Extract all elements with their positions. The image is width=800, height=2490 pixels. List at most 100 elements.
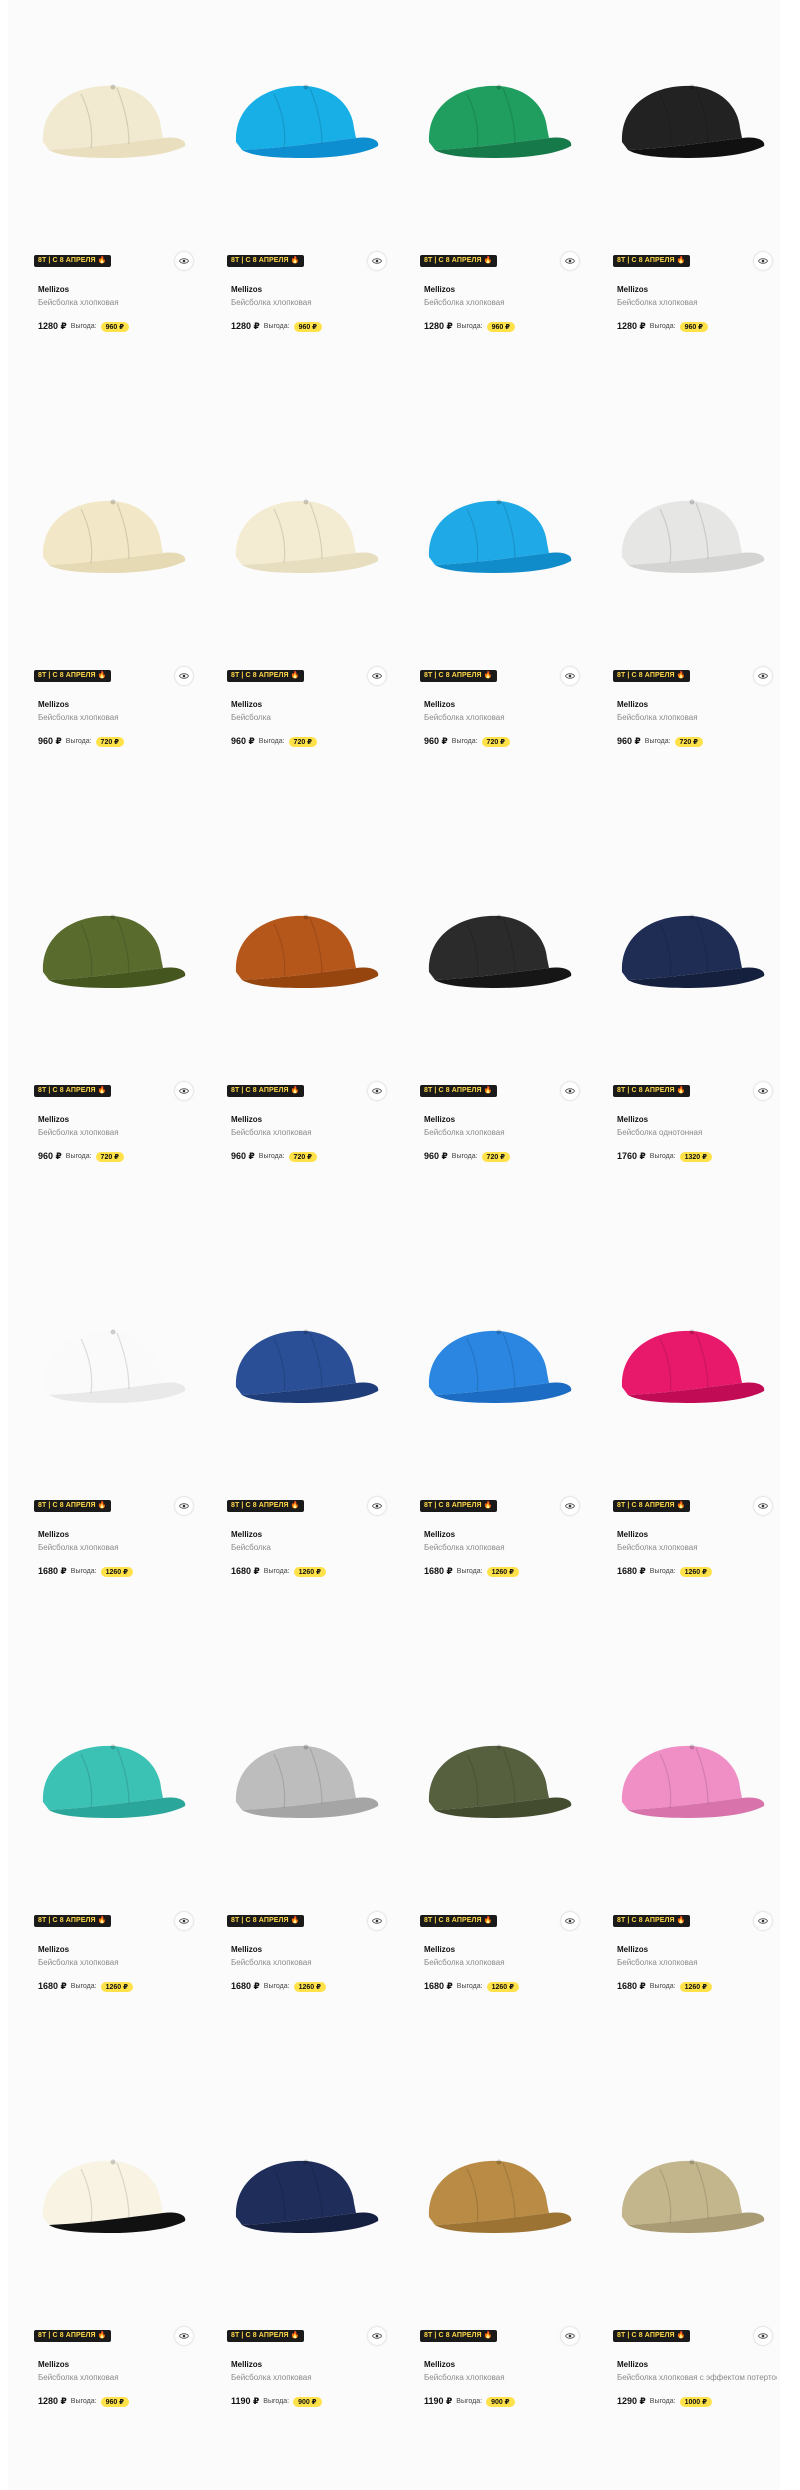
product-brand[interactable]: Mellizos xyxy=(231,2360,262,2369)
product-image[interactable] xyxy=(587,1245,780,1493)
product-brand[interactable]: Mellizos xyxy=(617,2360,648,2369)
product-card[interactable]: 8Т | С 8 АПРЕЛЯ 🔥 Mellizos Бейсболка 960… xyxy=(201,415,394,830)
product-title[interactable]: Бейсболка хлопковая xyxy=(424,298,584,307)
product-image[interactable] xyxy=(394,1245,587,1493)
quick-view-button[interactable] xyxy=(561,1497,579,1515)
quick-view-button[interactable] xyxy=(368,1912,386,1930)
product-card[interactable]: 8Т | С 8 АПРЕЛЯ 🔥 Mellizos Бейсболка одн… xyxy=(587,830,780,1245)
product-title[interactable]: Бейсболка хлопковая xyxy=(617,1958,777,1967)
product-title[interactable]: Бейсболка хлопковая с эффектом потертост… xyxy=(617,2373,777,2382)
product-brand[interactable]: Mellizos xyxy=(617,1945,648,1954)
product-brand[interactable]: Mellizos xyxy=(231,700,262,709)
product-card[interactable]: 8Т | С 8 АПРЕЛЯ 🔥 Mellizos Бейсболка хло… xyxy=(587,0,780,415)
quick-view-button[interactable] xyxy=(754,252,772,270)
product-title[interactable]: Бейсболка хлопковая xyxy=(424,713,584,722)
product-image[interactable] xyxy=(201,1660,394,1908)
quick-view-button[interactable] xyxy=(754,667,772,685)
product-brand[interactable]: Mellizos xyxy=(424,285,455,294)
product-brand[interactable]: Mellizos xyxy=(617,700,648,709)
product-card[interactable]: 8Т | С 8 АПРЕЛЯ 🔥 Mellizos Бейсболка хло… xyxy=(8,2075,201,2490)
product-image[interactable] xyxy=(201,0,394,248)
product-brand[interactable]: Mellizos xyxy=(231,1945,262,1954)
product-image[interactable] xyxy=(394,1660,587,1908)
product-card[interactable]: 8Т | С 8 АПРЕЛЯ 🔥 Mellizos Бейсболка хло… xyxy=(201,0,394,415)
product-card[interactable]: 8Т | С 8 АПРЕЛЯ 🔥 Mellizos Бейсболка хло… xyxy=(394,0,587,415)
product-brand[interactable]: Mellizos xyxy=(424,1530,455,1539)
product-title[interactable]: Бейсболка хлопковая xyxy=(424,1543,584,1552)
product-card[interactable]: 8Т | С 8 АПРЕЛЯ 🔥 Mellizos Бейсболка хло… xyxy=(8,1245,201,1660)
product-title[interactable]: Бейсболка хлопковая xyxy=(231,1958,391,1967)
product-brand[interactable]: Mellizos xyxy=(38,2360,69,2369)
quick-view-button[interactable] xyxy=(561,1082,579,1100)
product-image[interactable] xyxy=(8,1245,201,1493)
product-brand[interactable]: Mellizos xyxy=(617,1115,648,1124)
product-brand[interactable]: Mellizos xyxy=(231,285,262,294)
product-title[interactable]: Бейсболка хлопковая xyxy=(38,298,198,307)
quick-view-button[interactable] xyxy=(754,1082,772,1100)
product-brand[interactable]: Mellizos xyxy=(424,1945,455,1954)
product-title[interactable]: Бейсболка xyxy=(231,1543,391,1552)
quick-view-button[interactable] xyxy=(368,1497,386,1515)
product-title[interactable]: Бейсболка хлопковая xyxy=(38,2373,198,2382)
product-brand[interactable]: Mellizos xyxy=(38,700,69,709)
product-image[interactable] xyxy=(8,0,201,248)
product-title[interactable]: Бейсболка хлопковая xyxy=(617,298,777,307)
product-brand[interactable]: Mellizos xyxy=(38,1530,69,1539)
product-image[interactable] xyxy=(8,2075,201,2323)
product-image[interactable] xyxy=(8,830,201,1078)
product-title[interactable]: Бейсболка xyxy=(231,713,391,722)
product-card[interactable]: 8Т | С 8 АПРЕЛЯ 🔥 Mellizos Бейсболка 168… xyxy=(201,1245,394,1660)
quick-view-button[interactable] xyxy=(175,252,193,270)
product-image[interactable] xyxy=(8,1660,201,1908)
product-image[interactable] xyxy=(8,415,201,663)
product-title[interactable]: Бейсболка хлопковая xyxy=(38,1128,198,1137)
quick-view-button[interactable] xyxy=(561,2327,579,2345)
product-brand[interactable]: Mellizos xyxy=(424,2360,455,2369)
product-brand[interactable]: Mellizos xyxy=(424,700,455,709)
product-brand[interactable]: Mellizos xyxy=(38,285,69,294)
product-title[interactable]: Бейсболка хлопковая xyxy=(231,298,391,307)
product-title[interactable]: Бейсболка хлопковая xyxy=(424,2373,584,2382)
product-brand[interactable]: Mellizos xyxy=(231,1530,262,1539)
quick-view-button[interactable] xyxy=(561,252,579,270)
product-image[interactable] xyxy=(587,2075,780,2323)
product-title[interactable]: Бейсболка хлопковая xyxy=(617,1543,777,1552)
product-card[interactable]: 8Т | С 8 АПРЕЛЯ 🔥 Mellizos Бейсболка хло… xyxy=(587,2075,780,2490)
quick-view-button[interactable] xyxy=(754,1497,772,1515)
quick-view-button[interactable] xyxy=(175,667,193,685)
quick-view-button[interactable] xyxy=(561,667,579,685)
product-image[interactable] xyxy=(201,1245,394,1493)
product-card[interactable]: 8Т | С 8 АПРЕЛЯ 🔥 Mellizos Бейсболка хло… xyxy=(201,830,394,1245)
product-title[interactable]: Бейсболка хлопковая xyxy=(38,713,198,722)
quick-view-button[interactable] xyxy=(175,1082,193,1100)
product-card[interactable]: 8Т | С 8 АПРЕЛЯ 🔥 Mellizos Бейсболка хло… xyxy=(394,2075,587,2490)
product-card[interactable]: 8Т | С 8 АПРЕЛЯ 🔥 Mellizos Бейсболка хло… xyxy=(587,415,780,830)
quick-view-button[interactable] xyxy=(368,1082,386,1100)
product-card[interactable]: 8Т | С 8 АПРЕЛЯ 🔥 Mellizos Бейсболка хло… xyxy=(394,1245,587,1660)
product-brand[interactable]: Mellizos xyxy=(617,1530,648,1539)
quick-view-button[interactable] xyxy=(368,252,386,270)
quick-view-button[interactable] xyxy=(368,2327,386,2345)
product-title[interactable]: Бейсболка хлопковая xyxy=(38,1543,198,1552)
product-title[interactable]: Бейсболка однотонная xyxy=(617,1128,777,1137)
product-card[interactable]: 8Т | С 8 АПРЕЛЯ 🔥 Mellizos Бейсболка хло… xyxy=(394,415,587,830)
product-card[interactable]: 8Т | С 8 АПРЕЛЯ 🔥 Mellizos Бейсболка хло… xyxy=(394,1660,587,2075)
product-image[interactable] xyxy=(394,0,587,248)
product-image[interactable] xyxy=(587,830,780,1078)
product-card[interactable]: 8Т | С 8 АПРЕЛЯ 🔥 Mellizos Бейсболка хло… xyxy=(8,830,201,1245)
product-brand[interactable]: Mellizos xyxy=(38,1945,69,1954)
quick-view-button[interactable] xyxy=(368,667,386,685)
product-card[interactable]: 8Т | С 8 АПРЕЛЯ 🔥 Mellizos Бейсболка хло… xyxy=(201,1660,394,2075)
product-brand[interactable]: Mellizos xyxy=(617,285,648,294)
quick-view-button[interactable] xyxy=(175,2327,193,2345)
product-title[interactable]: Бейсболка хлопковая xyxy=(38,1958,198,1967)
product-image[interactable] xyxy=(201,2075,394,2323)
product-card[interactable]: 8Т | С 8 АПРЕЛЯ 🔥 Mellizos Бейсболка хло… xyxy=(8,0,201,415)
product-image[interactable] xyxy=(587,415,780,663)
product-brand[interactable]: Mellizos xyxy=(424,1115,455,1124)
quick-view-button[interactable] xyxy=(175,1912,193,1930)
product-title[interactable]: Бейсболка хлопковая xyxy=(424,1958,584,1967)
product-card[interactable]: 8Т | С 8 АПРЕЛЯ 🔥 Mellizos Бейсболка хло… xyxy=(587,1660,780,2075)
product-card[interactable]: 8Т | С 8 АПРЕЛЯ 🔥 Mellizos Бейсболка хло… xyxy=(8,415,201,830)
product-title[interactable]: Бейсболка хлопковая xyxy=(231,1128,391,1137)
